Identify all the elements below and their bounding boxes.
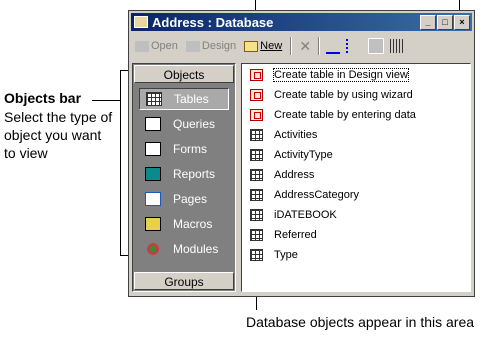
- table-icon: [250, 229, 263, 241]
- list-item[interactable]: Address: [250, 166, 314, 184]
- groups-button[interactable]: Groups: [134, 272, 234, 290]
- database-icon: [134, 16, 148, 28]
- objects-item-label: Tables: [174, 92, 209, 106]
- toolbar: Open Design New ✕: [131, 33, 472, 59]
- database-area-callout: Database objects appear in this area: [246, 314, 475, 330]
- large-icons-icon[interactable]: [326, 38, 341, 54]
- objects-item-label: Macros: [173, 217, 213, 231]
- list-item-label: Referred: [274, 229, 317, 241]
- list-item-label: ActivityType: [274, 149, 333, 161]
- objects-item-queries[interactable]: Queries: [139, 113, 229, 135]
- minimize-icon[interactable]: _: [420, 15, 436, 30]
- objects-bar-callout-title: Objects bar: [4, 90, 82, 106]
- table-icon: [146, 92, 162, 106]
- list-item-label: Create table by using wizard: [274, 89, 413, 101]
- list-item[interactable]: ActivityType: [250, 146, 333, 164]
- title-bar[interactable]: Address : Database _ □ ×: [131, 13, 472, 31]
- details-icon[interactable]: [390, 39, 405, 53]
- list-item-label: Type: [274, 249, 298, 261]
- open-icon: [135, 40, 149, 52]
- table-icon: [250, 149, 263, 161]
- objects-item-reports[interactable]: Reports: [139, 163, 229, 185]
- callout-line: [120, 70, 121, 256]
- list-item-label: iDATEBOOK: [274, 209, 337, 221]
- new-label: New: [260, 40, 283, 52]
- table-icon: [250, 169, 263, 181]
- wizard-icon: [250, 109, 263, 121]
- objects-item-label: Modules: [173, 242, 219, 256]
- page-icon: [145, 192, 161, 206]
- objects-item-macros[interactable]: Macros: [139, 213, 229, 235]
- close-icon[interactable]: ×: [454, 15, 470, 30]
- open-button[interactable]: Open: [135, 40, 178, 52]
- objects-item-label: Reports: [173, 167, 216, 181]
- list-item-label: Address: [274, 169, 315, 181]
- list-item[interactable]: AddressCategory: [250, 186, 359, 204]
- new-icon: [244, 40, 259, 52]
- design-icon: [185, 40, 200, 52]
- list-icon[interactable]: [368, 38, 385, 54]
- report-icon: [145, 167, 161, 181]
- delete-icon[interactable]: ✕: [298, 39, 312, 53]
- objects-item-pages[interactable]: Pages: [139, 188, 229, 210]
- objects-item-forms[interactable]: Forms: [139, 138, 229, 160]
- wizard-icon: [250, 69, 263, 81]
- small-icons-icon[interactable]: [346, 39, 362, 53]
- toolbar-separator: [290, 37, 293, 55]
- objects-item-label: Forms: [173, 142, 207, 156]
- design-label: Design: [201, 40, 237, 52]
- callout-line: [92, 100, 120, 101]
- new-button[interactable]: New: [244, 40, 282, 52]
- list-item-label: Create table by entering data: [274, 109, 416, 121]
- table-icon: [250, 209, 263, 221]
- list-item[interactable]: Referred: [250, 226, 317, 244]
- macro-icon: [145, 217, 161, 231]
- database-window: Address : Database _ □ × Open Design New…: [128, 10, 475, 297]
- list-item-label: Activities: [274, 129, 318, 141]
- list-item[interactable]: Create table in Design view: [250, 66, 409, 84]
- query-icon: [145, 117, 161, 131]
- table-icon: [250, 249, 263, 261]
- form-icon: [145, 142, 161, 156]
- wizard-icon: [250, 89, 263, 101]
- module-icon: [145, 242, 161, 256]
- objects-item-label: Queries: [173, 117, 216, 131]
- list-item[interactable]: Activities: [250, 126, 317, 144]
- list-item[interactable]: Create table by entering data: [250, 106, 416, 124]
- open-label: Open: [151, 40, 178, 52]
- list-item-label: AddressCategory: [274, 189, 359, 201]
- list-item[interactable]: Create table by using wizard: [250, 86, 413, 104]
- list-item-label: Create table in Design view: [273, 68, 409, 82]
- objects-item-tables[interactable]: Tables: [139, 88, 229, 110]
- design-button[interactable]: Design: [185, 40, 237, 52]
- object-list: Create table in Design view Create table…: [241, 63, 471, 292]
- objects-bar-callout-description: Select the type of object you want to vi…: [4, 109, 113, 161]
- table-icon: [250, 189, 263, 201]
- objects-item-label: Pages: [173, 192, 208, 206]
- table-icon: [250, 129, 263, 141]
- list-item[interactable]: iDATEBOOK: [250, 206, 337, 224]
- window-title: Address : Database: [152, 14, 274, 30]
- list-item[interactable]: Type: [250, 246, 298, 264]
- objects-header-button[interactable]: Objects: [134, 65, 234, 83]
- objects-bar: Objects Tables Queries Forms Reports Pag…: [132, 63, 236, 292]
- objects-item-modules[interactable]: Modules: [139, 238, 229, 260]
- toolbar-separator: [318, 37, 321, 55]
- maximize-icon[interactable]: □: [437, 15, 453, 30]
